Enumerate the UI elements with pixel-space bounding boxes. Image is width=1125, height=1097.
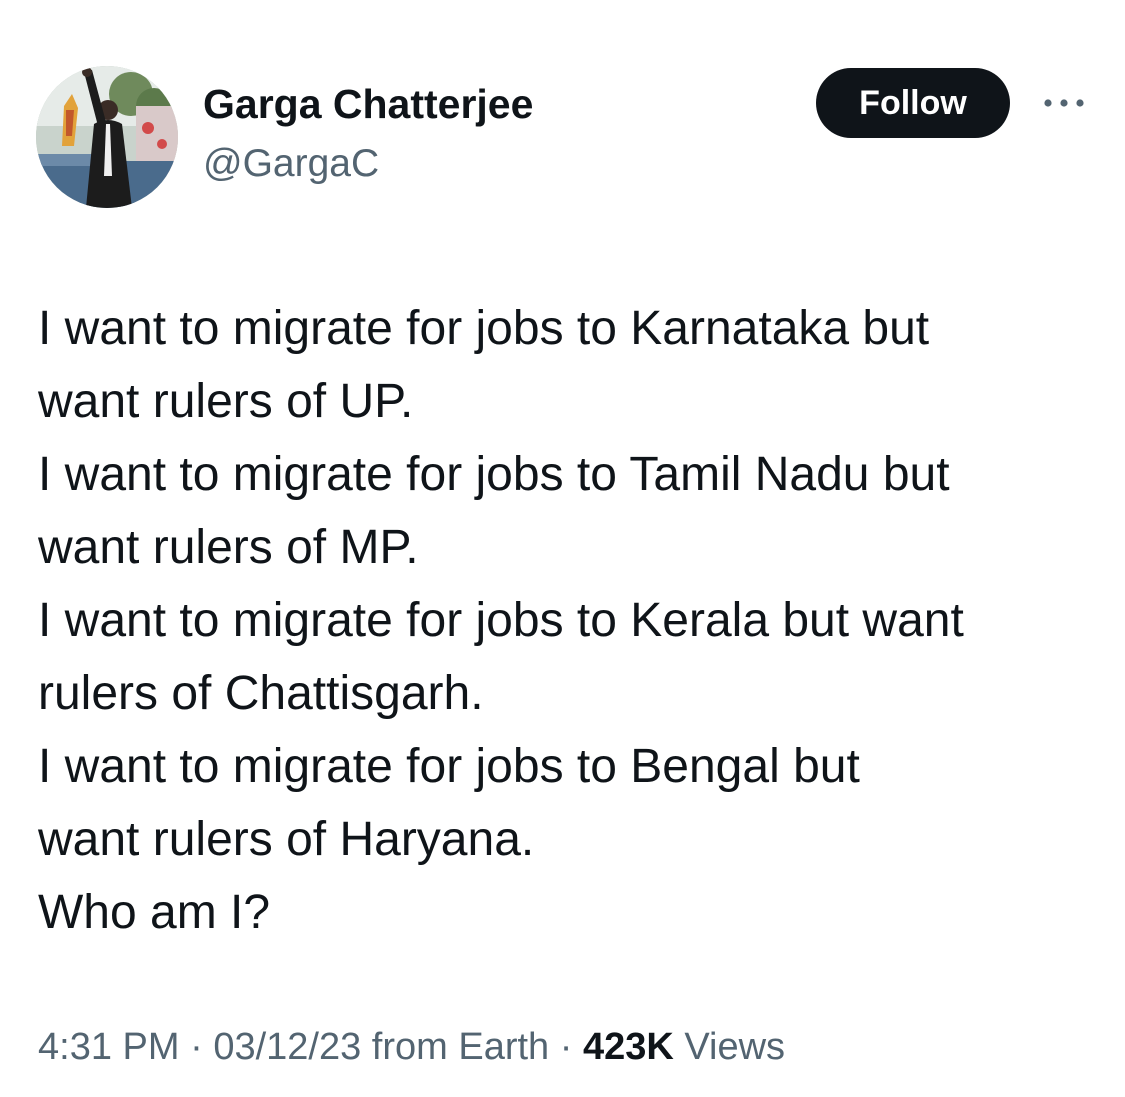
tweet-line: I want to migrate for jobs to Bengal but [38,740,860,793]
meta-separator: · [190,1026,203,1068]
tweet-time[interactable]: 4:31 PM [38,1026,180,1068]
avatar[interactable] [36,66,178,208]
profile-photo-icon [36,66,178,208]
follow-button[interactable]: Follow [816,68,1010,138]
author-display-name[interactable]: Garga Chatterjee [203,78,533,130]
tweet-line: want rulers of UP. [38,375,414,428]
tweet-date[interactable]: 03/12/23 [213,1026,361,1068]
tweet-line: want rulers of MP. [38,521,419,574]
views-count[interactable]: 423K [583,1026,674,1068]
tweet-line: I want to migrate for jobs to Kerala but… [38,594,964,647]
views-label[interactable]: Views [684,1026,785,1068]
tweet-line: Who am I? [38,886,271,939]
tweet-line: rulers of Chattisgarh. [38,667,484,720]
author-handle[interactable]: @GargaC [203,139,379,189]
tweet-line: want rulers of Haryana. [38,813,535,866]
more-button[interactable] [1036,88,1092,118]
tweet-meta: 4:31 PM · 03/12/23 from Earth · 423K Vie… [38,1022,785,1072]
more-horizontal-icon [1044,99,1084,107]
tweet-source: from Earth [371,1026,550,1068]
tweet-line: I want to migrate for jobs to Tamil Nadu… [38,448,950,501]
meta-separator: · [559,1026,573,1068]
tweet-text: I want to migrate for jobs to Karnataka … [38,292,1108,949]
tweet-line: I want to migrate for jobs to Karnataka … [38,302,930,355]
